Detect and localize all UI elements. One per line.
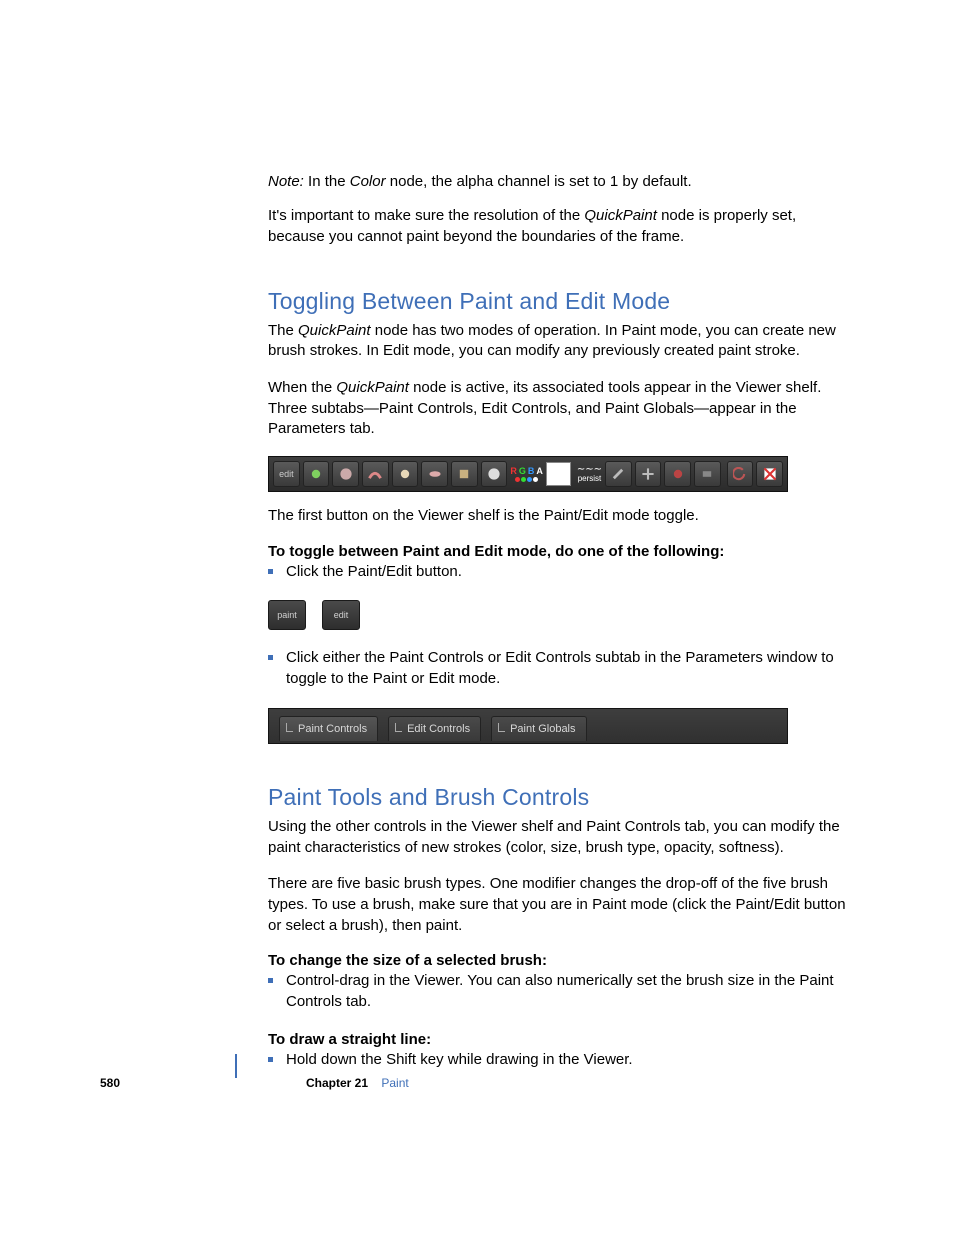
- edit-mode-chip[interactable]: edit: [322, 600, 360, 630]
- instruction-heading-toggle: To toggle between Paint and Edit mode, d…: [268, 543, 854, 560]
- footer-divider: [235, 1054, 237, 1078]
- paint-mode-chip[interactable]: paint: [268, 600, 306, 630]
- list-item: Click either the Paint Controls or Edit …: [268, 648, 854, 689]
- tab-edit-controls[interactable]: Edit Controls: [388, 716, 481, 741]
- brush-texture-icon[interactable]: [481, 461, 508, 487]
- section2-paragraph-2: There are five basic brush types. One mo…: [268, 874, 854, 936]
- tool-icon-2[interactable]: [635, 461, 662, 487]
- list-item: Hold down the Shift key while drawing in…: [268, 1050, 854, 1071]
- note-italic: Color: [350, 173, 386, 190]
- bullet-list-toggle-2: Click either the Paint Controls or Edit …: [268, 648, 854, 689]
- paint-edit-chip-pair: paint edit: [268, 600, 854, 630]
- undo-icon[interactable]: [727, 461, 754, 487]
- tool-icon-1[interactable]: [605, 461, 632, 487]
- note-label: Note:: [268, 173, 304, 190]
- instruction-heading-brush-size: To change the size of a selected brush:: [268, 952, 854, 969]
- document-page: Note: In the Color node, the alpha chann…: [0, 0, 954, 1148]
- viewer-shelf-caption: The first button on the Viewer shelf is …: [268, 506, 854, 527]
- brush-eraser-icon[interactable]: [451, 461, 478, 487]
- rgba-channel-indicator[interactable]: RGBA: [510, 467, 543, 482]
- brush-hard-icon[interactable]: [303, 461, 330, 487]
- bullet-list-toggle-1: Click the Paint/Edit button.: [268, 562, 854, 583]
- tab-paint-globals[interactable]: Paint Globals: [491, 716, 586, 741]
- instruction-heading-straight-line: To draw a straight line:: [268, 1031, 854, 1048]
- viewer-shelf-toolbar: edit RGBA ∼∼∼ persist: [268, 456, 788, 492]
- intro-italic: QuickPaint: [584, 207, 657, 224]
- intro-paragraph: It's important to make sure the resoluti…: [268, 206, 854, 247]
- tool-icon-4[interactable]: [694, 461, 721, 487]
- persist-mode-button[interactable]: ∼∼∼ persist: [577, 466, 602, 483]
- brush-reveal-icon[interactable]: [421, 461, 448, 487]
- intro-text-a: It's important to make sure the resoluti…: [268, 207, 584, 224]
- parameters-subtabs: Paint Controls Edit Controls Paint Globa…: [268, 708, 788, 744]
- brush-clone-icon[interactable]: [392, 461, 419, 487]
- tool-icon-3[interactable]: [664, 461, 691, 487]
- brush-smear-icon[interactable]: [362, 461, 389, 487]
- page-footer: 580 Chapter 21 Paint: [100, 1076, 880, 1090]
- note-text-b: node, the alpha channel is set to 1 by d…: [386, 173, 692, 190]
- note-paragraph: Note: In the Color node, the alpha chann…: [268, 172, 854, 192]
- chapter-label: Chapter 21: [306, 1076, 368, 1090]
- section1-paragraph-1: The QuickPaint node has two modes of ope…: [268, 321, 854, 362]
- tab-paint-controls[interactable]: Paint Controls: [279, 716, 378, 741]
- chapter-title: Paint: [381, 1076, 408, 1090]
- page-number: 580: [100, 1076, 138, 1090]
- section2-paragraph-1: Using the other controls in the Viewer s…: [268, 817, 854, 858]
- bullet-list-straight-line: Hold down the Shift key while drawing in…: [268, 1050, 854, 1071]
- new-icon[interactable]: [756, 461, 783, 487]
- note-text-a: In the: [308, 173, 350, 190]
- section-heading-paint-tools: Paint Tools and Brush Controls: [268, 784, 854, 811]
- list-item: Control-drag in the Viewer. You can also…: [268, 971, 854, 1012]
- color-swatch[interactable]: [546, 462, 571, 486]
- bullet-list-brush-size: Control-drag in the Viewer. You can also…: [268, 971, 854, 1012]
- section-heading-toggle: Toggling Between Paint and Edit Mode: [268, 288, 854, 315]
- brush-soft-icon[interactable]: [332, 461, 359, 487]
- section1-paragraph-2: When the QuickPaint node is active, its …: [268, 378, 854, 440]
- paint-edit-toggle-button[interactable]: edit: [273, 461, 300, 487]
- list-item: Click the Paint/Edit button.: [268, 562, 854, 583]
- footer-chapter: Chapter 21 Paint: [306, 1076, 409, 1090]
